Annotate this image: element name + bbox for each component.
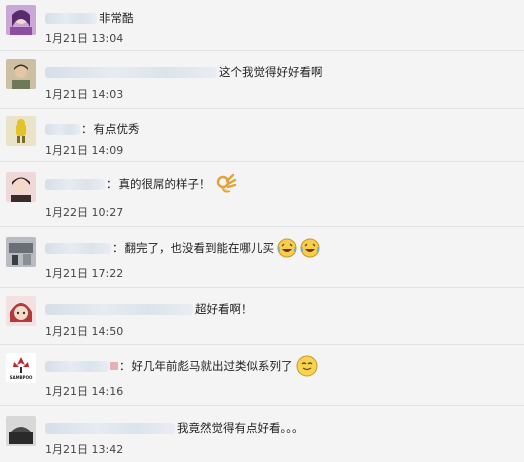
laugh-cry-emoji-icon — [277, 238, 297, 258]
comment-text-line: ： 好几年前彪马就出过类似系列了 — [45, 355, 318, 377]
comment-text-line: 超好看啊！ — [45, 300, 253, 318]
avatar-dark-photo-icon[interactable] — [6, 416, 36, 446]
separator: ： — [119, 359, 131, 373]
comment-text-line: 我竟然觉得有点好看。。。 — [45, 419, 304, 437]
username-blurred[interactable] — [45, 12, 97, 24]
comment-time: 1月21日 14:50 — [45, 325, 124, 338]
separator: ： — [112, 241, 124, 255]
comment-text: 有点优秀 — [93, 122, 140, 136]
comment-time: 1月21日 14:09 — [45, 144, 124, 157]
username-blurred[interactable] — [45, 303, 193, 315]
username-blurred[interactable] — [45, 242, 111, 254]
avatar-logo-text: SAMBPOO — [9, 375, 33, 380]
comment-text-line: ： 有点优秀 — [45, 120, 140, 138]
separator: ： — [81, 122, 93, 136]
comment-time: 1月21日 13:42 — [45, 443, 124, 456]
comment-item: ： 翻完了，也没看到能在哪儿买 1月21日 17:22 — [0, 227, 524, 288]
comment-text-line: 这个我觉得好好看啊 — [45, 63, 323, 81]
comment-text: 这个我觉得好好看啊 — [219, 65, 323, 79]
comment-item: SAMBPOO ： 好几年前彪马就出过类似系列了 1月21日 14:16 — [0, 345, 524, 406]
comment-item: ： 有点优秀 1月21日 14:09 — [0, 108, 524, 162]
smile-emoji-icon — [296, 355, 318, 377]
comment-time: 1月21日 17:22 — [45, 267, 124, 280]
username-blurred[interactable] — [45, 123, 80, 135]
separator: ： — [106, 177, 118, 191]
username-blurred[interactable] — [45, 178, 105, 190]
username-blurred[interactable] — [45, 66, 217, 78]
comment-text-line: ： 真的很屌的样子！ — [45, 172, 238, 196]
avatar-brand-logo-icon[interactable]: SAMBPOO — [6, 353, 36, 383]
username-blurred[interactable] — [45, 422, 175, 434]
comment-item: 非常酷 1月21日 13:04 — [0, 0, 524, 51]
comment-time: 1月22日 10:27 — [45, 206, 124, 219]
avatar-girl-purple-icon[interactable] — [6, 5, 36, 35]
username-blurred[interactable] — [45, 360, 109, 372]
comment-item: ： 真的很屌的样子！ 1月22日 10:27 — [0, 162, 524, 227]
comment-text: 超好看啊！ — [195, 302, 253, 316]
laugh-cry-emoji-icon — [300, 238, 320, 258]
avatar-photo-icon[interactable] — [6, 237, 36, 267]
comment-text: 非常酷 — [99, 11, 134, 25]
comment-list: 非常酷 1月21日 13:04 这个我觉得好好看啊 1月21日 14:03 ： … — [0, 0, 524, 462]
comment-text-line: 非常酷 — [45, 9, 134, 27]
username-blur-fragment — [110, 362, 118, 370]
comment-text: 真的很屌的样子！ — [118, 177, 211, 191]
comment-text: 好几年前彪马就出过类似系列了 — [131, 359, 293, 373]
comment-time: 1月21日 14:03 — [45, 88, 124, 101]
comment-time: 1月21日 14:16 — [45, 385, 124, 398]
comment-text-line: ： 翻完了，也没看到能在哪儿买 — [45, 238, 320, 258]
avatar-cartoon-girl-icon[interactable] — [6, 296, 36, 326]
ok-hand-emoji-icon — [214, 172, 238, 196]
comment-item: 超好看啊！ 1月21日 14:50 — [0, 288, 524, 345]
comment-item: 这个我觉得好好看啊 1月21日 14:03 — [0, 51, 524, 109]
comment-time: 1月21日 13:04 — [45, 32, 124, 45]
avatar-yellow-figure-icon[interactable] — [6, 116, 36, 146]
comment-text: 翻完了，也没看到能在哪儿买 — [124, 241, 275, 255]
comment-text: 我竟然觉得有点好看。。。 — [177, 421, 304, 435]
avatar-girl-icon[interactable] — [6, 172, 36, 202]
comment-item: 我竟然觉得有点好看。。。 1月21日 13:42 — [0, 406, 524, 462]
avatar-person-icon[interactable] — [6, 59, 36, 89]
